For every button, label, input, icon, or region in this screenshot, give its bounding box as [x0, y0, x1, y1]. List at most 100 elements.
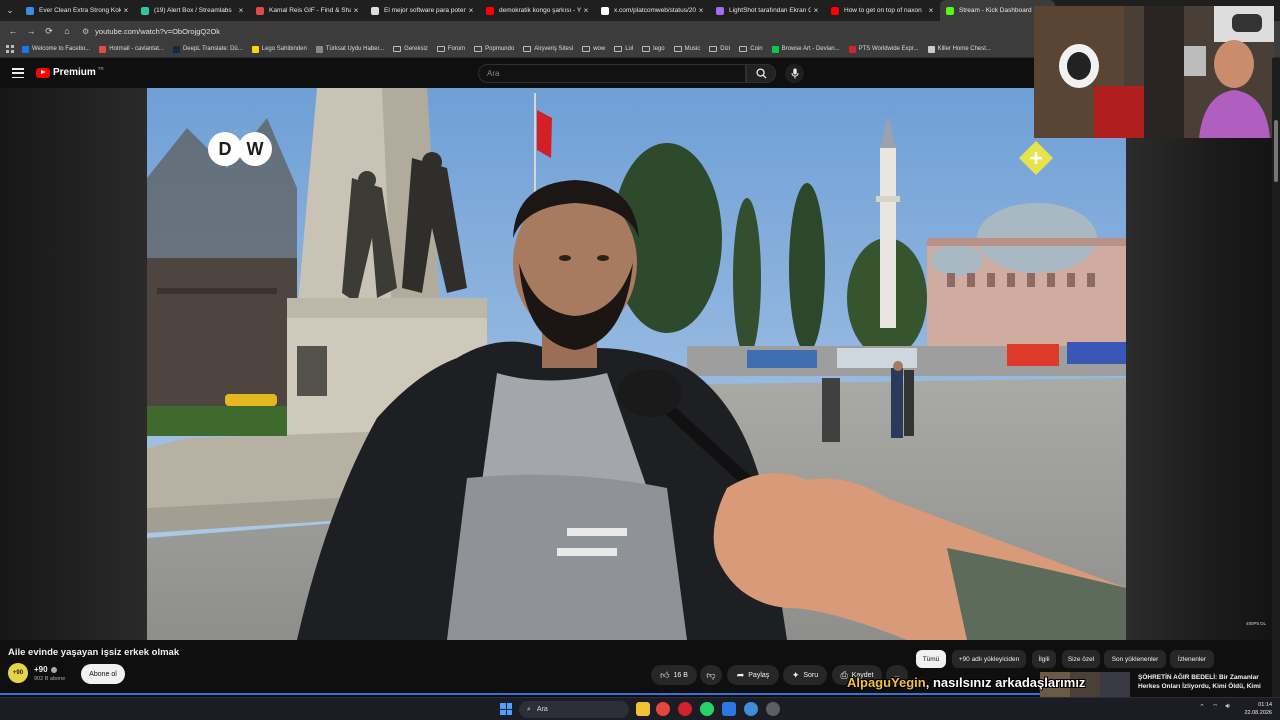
- bookmark-folder[interactable]: Lol: [614, 46, 633, 52]
- subscriber-count: 902 B abone: [34, 676, 66, 682]
- page-scrollbar-thumb[interactable]: [1274, 120, 1278, 182]
- ask-button[interactable]: ✦ Soru: [783, 665, 827, 685]
- tab-close-icon[interactable]: ×: [696, 6, 706, 15]
- back-icon[interactable]: ←: [4, 22, 22, 40]
- filter-chip[interactable]: İlgili: [1032, 650, 1056, 668]
- folder-icon: [393, 46, 402, 52]
- folder-icon: [614, 46, 623, 52]
- start-icon[interactable]: [500, 703, 512, 715]
- bookmark-folder[interactable]: lego: [642, 46, 665, 52]
- search-button[interactable]: [746, 64, 776, 83]
- steam-icon[interactable]: [744, 702, 758, 716]
- dw-logo-w: W: [238, 132, 272, 166]
- bookmark-label: lego: [653, 46, 665, 52]
- menu-icon[interactable]: [12, 68, 24, 78]
- browser-tab[interactable]: LightShot tarafından Ekran Gö ×: [710, 0, 825, 21]
- bookmark-item[interactable]: Killer Home Chest...: [927, 45, 991, 53]
- bookmark-label: Popmundo: [485, 46, 515, 52]
- bookmark-folder[interactable]: Forum: [436, 46, 465, 52]
- tab-close-icon[interactable]: ×: [236, 6, 246, 15]
- forward-icon[interactable]: →: [22, 22, 40, 40]
- dislike-button[interactable]: 👎︎: [700, 665, 722, 685]
- browser-tab[interactable]: (19) Alert Box / Streamlabs ×: [135, 0, 250, 21]
- bookmark-item[interactable]: Lego Sahibinden: [251, 45, 307, 53]
- bookmark-label: Lego Sahibinden: [261, 46, 307, 52]
- opera-icon[interactable]: [678, 702, 692, 716]
- browser-tab[interactable]: x.com/platcomweb/status/20 ×: [595, 0, 710, 21]
- browser-tab[interactable]: Kamal Reis GIF - Find & Share ×: [250, 0, 365, 21]
- bookmark-folder[interactable]: Music: [673, 46, 700, 52]
- folder-icon: [582, 46, 591, 52]
- bookmark-item[interactable]: DeepL Translate: Dü...: [172, 45, 243, 53]
- channel-avatar[interactable]: +90: [8, 663, 28, 683]
- tab-title: (19) Alert Box / Streamlabs: [154, 7, 232, 14]
- tab-title: LightShot tarafından Ekran Gö: [729, 7, 811, 14]
- tab-close-icon[interactable]: ×: [351, 6, 361, 15]
- bookmark-item[interactable]: Hotmail - cavlantat...: [99, 45, 164, 53]
- tab-close-icon[interactable]: ×: [811, 6, 821, 15]
- browser-tab[interactable]: El mejor software para poten ×: [365, 0, 480, 21]
- whatsapp-icon[interactable]: [700, 702, 714, 716]
- network-icon[interactable]: ⌔: [1212, 703, 1219, 712]
- voice-search-button[interactable]: [785, 64, 804, 83]
- taskbar-search-label: Ara: [536, 706, 548, 713]
- share-button[interactable]: ➦ Paylaş: [727, 665, 779, 685]
- chevron-up-icon[interactable]: ⌃: [1199, 703, 1205, 712]
- youtube-logo[interactable]: Premium TR: [36, 66, 104, 78]
- tab-close-icon[interactable]: ×: [466, 6, 476, 15]
- channel-name[interactable]: +90: [34, 665, 57, 674]
- filter-chip[interactable]: İzlenenler: [1170, 650, 1214, 668]
- apps-icon[interactable]: [6, 45, 14, 53]
- browser-tab[interactable]: Ever Clean Extra Strong Kokus ×: [20, 0, 135, 21]
- bookmark-item[interactable]: Welcome to Facebo...: [22, 45, 90, 53]
- filter-chip[interactable]: Tümü: [916, 650, 946, 668]
- volume-icon[interactable]: 🔊︎: [1225, 703, 1229, 712]
- taskbar-search[interactable]: ⌕ Ara: [519, 701, 629, 718]
- file-explorer-icon[interactable]: [636, 702, 650, 716]
- home-icon[interactable]: ⌂: [58, 22, 76, 40]
- filter-chip[interactable]: Size özel: [1062, 650, 1100, 668]
- bookmark-folder[interactable]: wow: [582, 46, 605, 52]
- reload-icon[interactable]: ⟳: [40, 22, 58, 40]
- subscribe-button[interactable]: Abone ol: [81, 664, 125, 684]
- tab-close-icon[interactable]: ×: [926, 6, 936, 15]
- bookmark-item[interactable]: PTS Worldwide Expr...: [848, 45, 919, 53]
- video-player[interactable]: [147, 88, 1126, 640]
- bookmark-label: Gereksiz: [404, 46, 428, 52]
- tab-close-icon[interactable]: ×: [581, 6, 591, 15]
- filter-chip[interactable]: +90 adlı yükleyiciden: [952, 650, 1026, 668]
- browser-tab[interactable]: How to get on top of naxon ×: [825, 0, 940, 21]
- chrome-icon[interactable]: [656, 702, 670, 716]
- recommended-video-title[interactable]: ŞÖHRETİN AĞIR BEDELİ: Bir Zamanlar Herke…: [1138, 673, 1268, 691]
- like-button[interactable]: 👍︎ 16 B: [651, 665, 697, 685]
- streamer-webcam: [1034, 6, 1274, 138]
- bookmark-folder[interactable]: Dizi: [709, 46, 730, 52]
- dw-channel-logo: D W: [208, 132, 272, 166]
- video-corner-label: 480P5 DL: [1246, 621, 1267, 626]
- bookmark-folder[interactable]: Gereksiz: [393, 46, 428, 52]
- bookmark-folder[interactable]: Coin: [739, 46, 763, 52]
- tab-close-icon[interactable]: ×: [121, 6, 131, 15]
- site-info-icon[interactable]: ⚙: [82, 27, 89, 36]
- chat-username: AlpaguYegin: [847, 675, 926, 690]
- screen: ⌄ Ever Clean Extra Strong Kokus × (19) Ale…: [0, 0, 1280, 720]
- thumbs-down-icon: 👎︎: [706, 669, 716, 680]
- filter-chip[interactable]: Son yüklenenler: [1104, 650, 1166, 668]
- tab-search-chevron-icon[interactable]: ⌄: [0, 0, 20, 21]
- ask-label: Soru: [803, 671, 819, 679]
- bookmark-item[interactable]: Türksat Uydu Haber...: [315, 45, 384, 53]
- taskbar-search-icon: ⌕: [527, 705, 531, 713]
- browser-tab[interactable]: demokratik kongo şarkısı - Y ×: [480, 0, 595, 21]
- search-input[interactable]: Ara: [478, 64, 746, 83]
- bookmark-folder[interactable]: Popmundo: [474, 46, 514, 52]
- taskbar-clock[interactable]: 01:14 22.08.2026: [1236, 701, 1272, 717]
- video-frame-scene: [147, 88, 1126, 640]
- obs-icon[interactable]: [766, 702, 780, 716]
- bookmark-folder[interactable]: Alışveriş Sitesi: [523, 46, 573, 52]
- app-icon[interactable]: [722, 702, 736, 716]
- bookmark-item[interactable]: Browse Art - Devian...: [771, 45, 840, 53]
- tab-favicon-icon: [716, 6, 724, 15]
- bookmark-label: Killer Home Chest...: [937, 46, 991, 52]
- url-field[interactable]: ⚙ youtube.com/watch?v=ObOrojgQ2Ok: [82, 24, 220, 38]
- folder-icon: [673, 46, 682, 52]
